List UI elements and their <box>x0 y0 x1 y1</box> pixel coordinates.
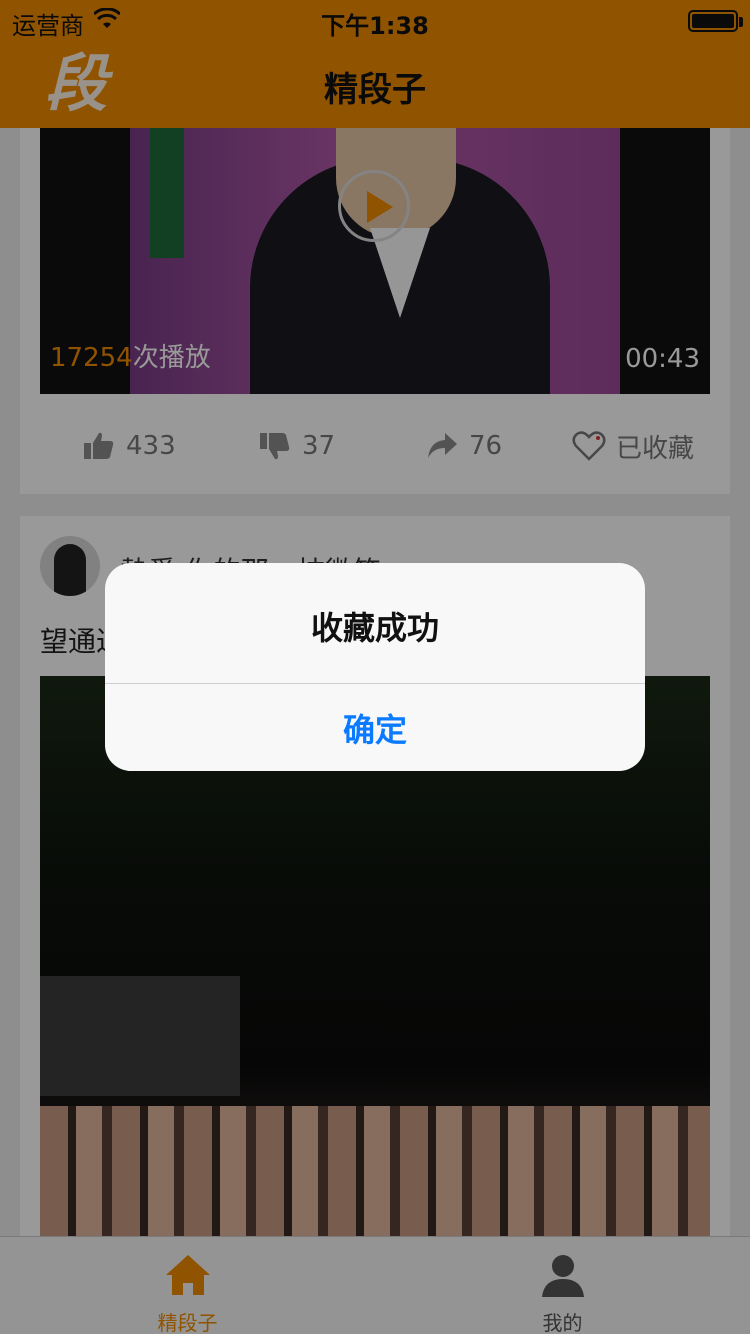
confirm-button[interactable]: 确定 <box>105 684 645 771</box>
alert-dialog: 收藏成功 确定 <box>105 563 645 771</box>
alert-title: 收藏成功 <box>310 609 439 647</box>
